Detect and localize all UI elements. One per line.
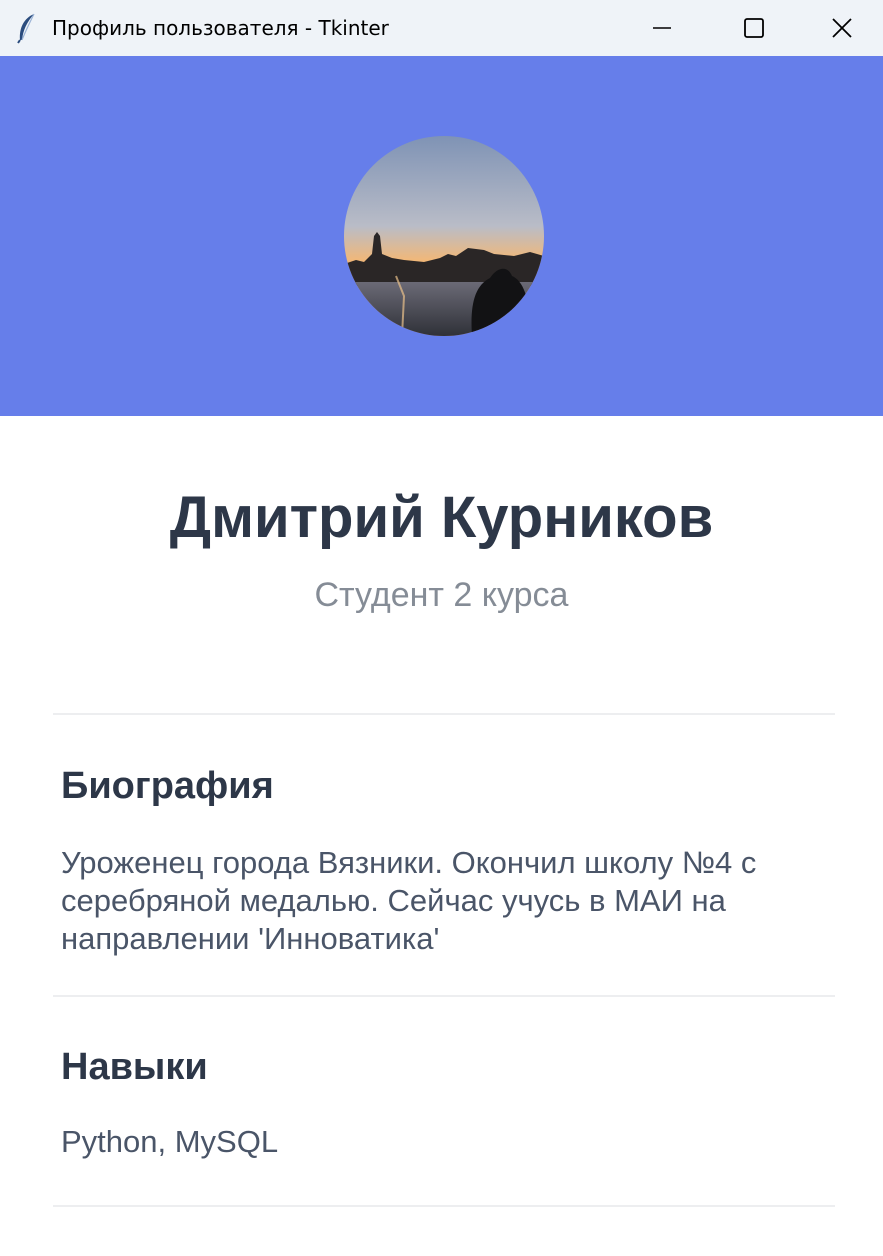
close-button[interactable] (800, 0, 883, 56)
maximize-button[interactable] (708, 0, 800, 56)
biography-line: серебряной медалью. Сейчас учусь в МАИ н… (61, 883, 726, 918)
window-title: Профиль пользователя - Tkinter (52, 16, 389, 40)
profile-name: Дмитрий Курников (169, 485, 714, 550)
minimize-icon (653, 27, 671, 29)
skills-line: Python, MySQL (61, 1124, 279, 1159)
title-bar[interactable]: Профиль пользователя - Tkinter (0, 0, 883, 56)
profile-subtitle: Студент 2 курса (314, 576, 569, 614)
minimize-button[interactable] (616, 0, 708, 56)
divider (53, 995, 835, 997)
maximize-icon (744, 18, 764, 38)
biography-title: Биография (61, 765, 274, 807)
biography-line: направлении 'Инноватика' (61, 921, 440, 956)
biography-line: Уроженец города Вязники. Окончил школу №… (61, 845, 757, 880)
avatar (344, 136, 544, 336)
skills-text: Python, MySQL (61, 1123, 821, 1161)
divider (53, 713, 835, 715)
skills-title: Навыки (61, 1046, 208, 1088)
avatar-photo (344, 136, 544, 336)
divider (53, 1205, 835, 1207)
biography-text: Уроженец города Вязники. Окончил школу №… (61, 844, 821, 958)
feather-icon (17, 13, 35, 44)
close-icon (831, 18, 852, 38)
